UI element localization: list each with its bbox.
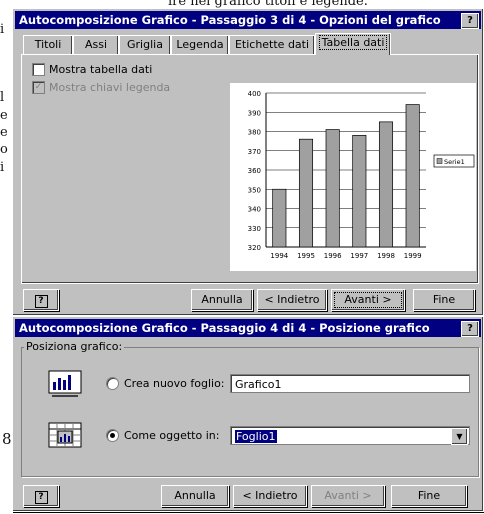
checkbox-box: ✓: [32, 81, 45, 94]
finish-button[interactable]: Fine: [413, 289, 475, 311]
tab-etichette-dati[interactable]: Etichette dati: [229, 35, 315, 54]
place-chart-group: Posiziona grafico: Crea nuovo foglio: Gr…: [21, 340, 479, 477]
dropdown-value: Foglio1: [235, 430, 277, 443]
bar: [378, 121, 394, 248]
show-data-table-checkbox[interactable]: Mostra tabella dati: [32, 63, 152, 76]
checkbox-box[interactable]: [32, 63, 45, 76]
x-tick-label: 1994: [270, 252, 288, 260]
help-title-button[interactable]: ?: [461, 13, 479, 29]
help-title-button[interactable]: ?: [461, 321, 479, 337]
bar: [405, 104, 420, 248]
chart-location-dialog: Autocomposizione Grafico - Passaggio 4 d…: [12, 316, 484, 512]
radio-label: Come oggetto in:: [124, 429, 220, 442]
tab-assi[interactable]: Assi: [73, 35, 119, 54]
new-sheet-icon: [48, 370, 82, 397]
y-tick-label: 340: [248, 206, 261, 214]
tab-tabella-dati[interactable]: Tabella dati: [315, 33, 391, 55]
background-char: o: [0, 142, 8, 157]
group-label: Posiziona grafico:: [24, 340, 125, 353]
dialog-title-bar: Autocomposizione Grafico - Passaggio 3 d…: [15, 11, 481, 29]
legend-label: Serie1: [444, 158, 465, 166]
radio-circle[interactable]: [106, 377, 119, 390]
cancel-button[interactable]: Annulla: [161, 485, 229, 507]
dialog-title-bar: Autocomposizione Grafico - Passaggio 4 d…: [15, 319, 481, 337]
x-tick-label: 1996: [324, 252, 342, 260]
dialog-title: Autocomposizione Grafico - Passaggio 3 d…: [19, 13, 441, 27]
show-legend-keys-checkbox: ✓ Mostra chiavi legenda: [32, 81, 170, 94]
help-button[interactable]: ?: [23, 485, 59, 507]
x-tick-label: 1998: [377, 252, 395, 260]
background-char: l: [0, 90, 5, 105]
y-tick-label: 320: [248, 244, 261, 252]
chevron-down-icon[interactable]: ▼: [451, 428, 468, 445]
page-number: 8: [2, 430, 12, 448]
background-char: e: [0, 125, 8, 140]
next-button[interactable]: Avanti >: [331, 289, 405, 311]
help-button[interactable]: ?: [23, 289, 59, 311]
checkbox-label: Mostra chiavi legenda: [49, 81, 171, 94]
new-sheet-radio[interactable]: Crea nuovo foglio:: [106, 377, 225, 390]
radio-label: Crea nuovo foglio:: [124, 377, 225, 390]
y-tick-label: 370: [248, 148, 261, 156]
finish-button[interactable]: Fine: [391, 485, 467, 507]
y-tick-label: 380: [248, 129, 261, 137]
background-char: i: [0, 22, 5, 37]
bar: [272, 188, 287, 248]
x-tick-label: 1999: [404, 252, 422, 260]
tab-titoli[interactable]: Titoli: [23, 35, 73, 54]
background-char: e: [0, 108, 8, 123]
radio-circle[interactable]: [106, 429, 119, 442]
y-tick-label: 400: [248, 90, 261, 98]
new-sheet-name-field[interactable]: Grafico1: [230, 374, 470, 393]
as-object-radio[interactable]: Come oggetto in:: [106, 429, 219, 442]
back-button[interactable]: < Indietro: [233, 485, 307, 507]
x-tick-label: 1995: [297, 252, 315, 260]
bar: [298, 138, 314, 248]
back-button[interactable]: < Indietro: [257, 289, 327, 311]
tab-label: Tabella dati: [318, 35, 388, 50]
legend-swatch: [436, 158, 443, 164]
embedded-object-icon: [48, 422, 82, 448]
tab-panel: Mostra tabella dati ✓ Mostra chiavi lege…: [21, 54, 479, 284]
y-tick-label: 360: [248, 167, 261, 175]
tab-griglia[interactable]: Griglia: [119, 35, 171, 54]
help-icon: ?: [34, 491, 48, 504]
bar-chart: 320 330 340 350 360 370 380 390 400 1994 1995 1996 1…: [248, 90, 475, 260]
chart-preview: 320 330 340 350 360 370 380 390 400 1994 1995 1996 1…: [230, 83, 476, 271]
bar: [325, 129, 340, 248]
chart-options-dialog: Autocomposizione Grafico - Passaggio 3 d…: [12, 8, 484, 316]
y-tick-label: 330: [248, 225, 261, 233]
bar: [352, 134, 367, 248]
object-sheet-dropdown[interactable]: Foglio1 ▼: [230, 426, 470, 445]
help-icon: ?: [34, 295, 48, 308]
next-button: Avanti >: [311, 485, 385, 507]
x-tick-label: 1997: [350, 252, 368, 260]
y-tick-label: 350: [248, 186, 261, 194]
background-char: i: [0, 160, 5, 175]
y-tick-label: 390: [248, 109, 261, 117]
tab-legenda[interactable]: Legenda: [171, 35, 229, 54]
dialog-title: Autocomposizione Grafico - Passaggio 4 d…: [19, 321, 430, 335]
checkbox-label: Mostra tabella dati: [49, 63, 153, 76]
cancel-button[interactable]: Annulla: [191, 289, 253, 311]
